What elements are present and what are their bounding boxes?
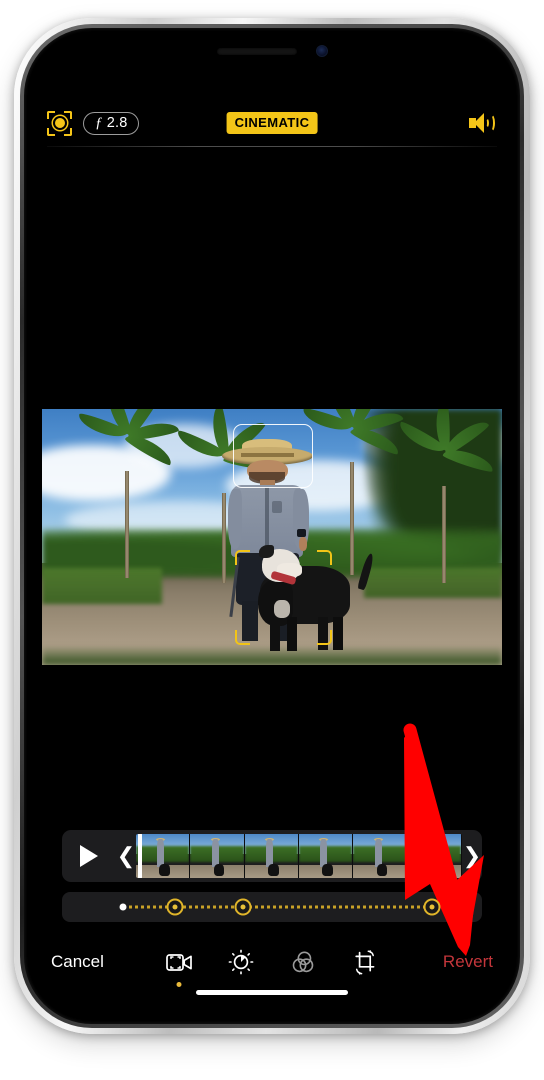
play-button[interactable] [62,830,116,882]
top-bar-left-group: ƒ 2.8 [47,110,140,136]
adjust-dial-icon [228,949,254,975]
aperture-f-glyph: ƒ [95,114,103,131]
filmstrip-frame [353,834,408,878]
trim-handle-right[interactable]: ❯ [462,830,482,882]
filters-circles-icon [292,951,314,973]
playhead-scrubber[interactable] [138,834,142,878]
revert-button[interactable]: Revert [443,952,493,972]
cinematic-mode-badge: CINEMATIC [226,112,318,134]
editor-bottom-bar: Cancel Revert [31,935,513,989]
editor-tools-group [165,948,379,987]
aperture-button[interactable]: ƒ 2.8 [83,111,140,135]
filmstrip-frames[interactable] [136,834,462,878]
keyframe-marker[interactable] [234,898,252,916]
face-detection-box[interactable] [232,424,314,489]
trim-handle-left[interactable]: ❮ [116,830,136,882]
phone-screen: ƒ 2.8 CINEMATIC ❮ ❯ Cancel Revert [31,35,513,1017]
crop-rotate-icon [354,949,374,975]
cinematic-video-tool[interactable] [165,948,193,987]
aperture-value: 2.8 [106,115,128,131]
home-indicator[interactable] [196,990,348,995]
top-bar-divider [47,146,497,147]
tool-active-indicator [176,982,182,987]
filmstrip-frame [407,834,462,878]
adjust-tool[interactable] [227,948,255,976]
speaker-grille-icon [217,48,297,55]
filmstrip-frame [298,834,354,878]
cinematic-focus-icon[interactable] [47,110,72,136]
cinematic-video-icon [165,953,192,971]
video-frame [42,409,502,665]
filmstrip-frame [136,834,191,878]
crop-tool[interactable] [351,948,379,976]
keyframe-start-dot[interactable] [119,903,127,911]
cancel-button[interactable]: Cancel [51,952,104,972]
front-camera-icon [316,45,328,57]
focus-subject-box[interactable] [235,549,332,645]
video-viewer[interactable] [42,409,502,665]
speaker-on-icon[interactable] [469,112,497,134]
cinematic-top-bar: ƒ 2.8 CINEMATIC [31,99,513,147]
filmstrip-frame [244,834,299,878]
keyframe-marker[interactable] [166,898,184,916]
filmstrip-frame [190,834,245,878]
screenshot-root: ƒ 2.8 CINEMATIC ❮ ❯ Cancel Revert [0,0,544,1080]
filters-tool[interactable] [289,948,317,976]
video-trim-timeline[interactable]: ❮ ❯ [62,830,482,882]
focus-keyframe-track[interactable] [62,892,482,922]
palm-tree [75,409,180,578]
keyframe-marker[interactable] [423,898,441,916]
play-triangle-icon [80,845,98,867]
palm-tree [395,409,496,584]
